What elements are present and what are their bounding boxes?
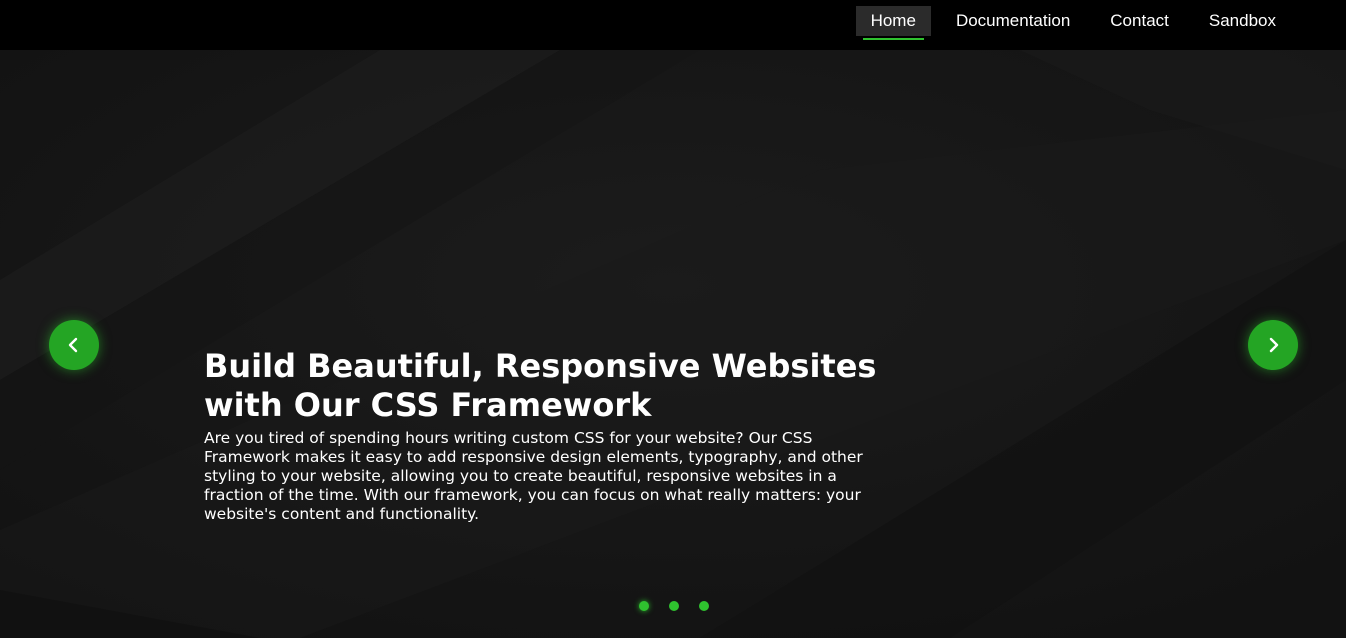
active-indicator bbox=[862, 38, 924, 40]
hero-description: Are you tired of spending hours writing … bbox=[204, 429, 863, 523]
carousel-dot-1[interactable] bbox=[639, 601, 649, 611]
carousel-prev-button[interactable] bbox=[49, 320, 99, 370]
nav-item-documentation[interactable]: Documentation bbox=[936, 6, 1090, 36]
hero-title: Build Beautiful, Responsive Websites wit… bbox=[204, 347, 877, 424]
nav-item-home[interactable]: Home bbox=[855, 6, 931, 40]
nav-item-label: Sandbox bbox=[1208, 11, 1276, 30]
hero-background bbox=[0, 50, 1346, 638]
nav-item-contact[interactable]: Contact bbox=[1090, 6, 1189, 36]
chevron-left-icon bbox=[68, 337, 78, 353]
page-bottom-edge bbox=[0, 638, 1346, 642]
chevron-right-icon bbox=[1269, 337, 1279, 353]
hero-content: Build Beautiful, Responsive Websites wit… bbox=[204, 347, 904, 524]
carousel-next-button[interactable] bbox=[1248, 320, 1298, 370]
nav-item-label: Documentation bbox=[955, 11, 1071, 30]
carousel-indicators bbox=[639, 601, 709, 611]
hero-carousel: Build Beautiful, Responsive Websites wit… bbox=[0, 50, 1346, 638]
nav-item-label: Contact bbox=[1110, 11, 1169, 30]
nav-item-label: Home bbox=[870, 11, 916, 30]
carousel-dot-2[interactable] bbox=[669, 601, 679, 611]
carousel-dot-3[interactable] bbox=[699, 601, 709, 611]
top-navbar: Home Documentation Contact Sandbox bbox=[0, 0, 1346, 50]
main-nav: Home Documentation Contact Sandbox bbox=[855, 6, 1296, 40]
nav-item-sandbox[interactable]: Sandbox bbox=[1189, 6, 1296, 36]
